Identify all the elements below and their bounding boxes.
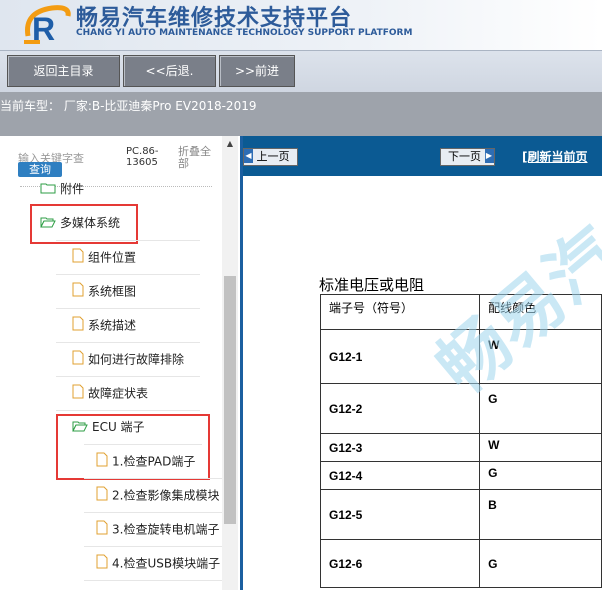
row-divider (84, 512, 222, 513)
app-header: R 畅易汽车维修技术支持平台 CHANG YI AUTO MAINTENANCE… (0, 0, 602, 50)
section-title: 标准电压或电阻 (319, 276, 425, 294)
table-row: G12-6 G (319, 539, 602, 588)
tree-item-label: 附件 (60, 182, 85, 196)
table-header-row: 端子号（符号） 配线颜色 (319, 294, 602, 330)
logo-icon: R (24, 5, 71, 46)
search-button[interactable]: 查询 (18, 162, 62, 177)
table-row: G12-5 B (319, 489, 602, 540)
arrow-left-icon: ◀ (244, 149, 253, 163)
next-page-label: 下一页 (448, 150, 481, 163)
tree-item-diagram[interactable]: 系统框图 (72, 282, 136, 300)
row-divider (56, 308, 200, 309)
pc-code-line2: 13605 (126, 157, 158, 168)
wire-color-cell: W (479, 433, 602, 462)
arrow-right-icon: ▶ (484, 149, 494, 163)
vehicle-info: 当前车型： 厂家:B-比亚迪秦Pro EV2018-2019 (0, 99, 257, 113)
document-icon (96, 486, 108, 504)
terminal-cell: G12-3 (319, 433, 481, 462)
next-page-button[interactable]: 下一页 ▶ (440, 148, 495, 166)
document-icon (72, 248, 84, 268)
tree-item-label: 系统描述 (88, 318, 137, 333)
wire-color-cell: G (479, 539, 602, 588)
tree-item-label: 组件位置 (88, 250, 137, 265)
row-divider (56, 342, 200, 343)
pane-divider[interactable] (240, 136, 243, 590)
document-icon (72, 316, 84, 336)
app-subtitle: CHANG YI AUTO MAINTENANCE TECHNOLOGY SUP… (76, 28, 413, 38)
terminal-cell: G12-2 (319, 383, 481, 434)
pc-code: PC.86- 13605 (126, 146, 159, 168)
refresh-page-link[interactable]: [刷新当前页 (522, 148, 588, 165)
forward-button[interactable]: >>前进 (219, 55, 295, 87)
row-divider (84, 478, 222, 479)
row-divider (56, 240, 200, 241)
collapse-line2: 部 (178, 157, 189, 170)
tree-item-label: 2.检查影像集成模块 (112, 488, 220, 503)
table-row: G12-3 W (319, 433, 602, 462)
tree-item-check-video[interactable]: 2.检查影像集成模块 (96, 486, 222, 504)
column-header-terminal: 端子号（符号） (319, 294, 481, 330)
document-icon (96, 554, 108, 572)
pc-code-line1: PC.86- (126, 146, 159, 157)
tree-item-accessory[interactable]: 附件 (40, 180, 84, 198)
terminal-cell: G12-1 (319, 329, 481, 384)
scroll-thumb[interactable] (224, 276, 236, 524)
prev-page-button[interactable]: ◀ 上一页 (243, 148, 298, 166)
tree-item-label: 3.检查旋转电机端子 (112, 522, 220, 537)
scroll-up-arrow-icon[interactable]: ▲ (222, 136, 238, 152)
tree-item-label: 故障症状表 (88, 386, 149, 401)
highlight-box-multimedia (30, 204, 138, 244)
table-row: G12-4 G (319, 461, 602, 490)
tree-item-label: 系统框图 (88, 284, 137, 299)
wire-color-cell: G (479, 461, 602, 490)
row-divider (56, 410, 200, 411)
toolbar-divider (0, 50, 602, 51)
wire-color-cell: B (479, 489, 602, 540)
document-icon (96, 520, 108, 538)
tree-pane: 输入关键字查 查询 PC.86- 13605 折叠全 部 附件 多媒体系统 组件… (0, 136, 240, 590)
tree-item-check-rotate[interactable]: 3.检查旋转电机端子 (96, 520, 222, 538)
terminal-table: 端子号（符号） 配线颜色 G12-1 W G12-2 G G12-3 W G12… (319, 294, 602, 588)
row-divider (84, 546, 222, 547)
back-button[interactable]: <<后退. (123, 55, 216, 87)
row-divider (56, 274, 200, 275)
tree-item-components[interactable]: 组件位置 (72, 248, 136, 266)
terminal-cell: G12-5 (319, 489, 481, 540)
wire-color-cell: G (479, 383, 602, 434)
wire-color-cell: W (479, 329, 602, 384)
table-row: G12-2 G (319, 383, 602, 434)
table-row: G12-1 W (319, 329, 602, 384)
document-icon (72, 282, 84, 302)
tree-scrollbar[interactable]: ▲ (222, 136, 238, 590)
prev-page-label: 上一页 (256, 150, 290, 163)
highlight-box-ecu (56, 414, 210, 480)
tree-item-label: 4.检查USB模块端子 (112, 556, 221, 571)
terminal-cell: G12-4 (319, 461, 481, 490)
tree-item-symptoms[interactable]: 故障症状表 (72, 384, 148, 402)
tree-item-description[interactable]: 系统描述 (72, 316, 136, 334)
terminal-cell: G12-6 (319, 539, 481, 588)
home-button[interactable]: 返回主目录 (7, 55, 120, 87)
document-icon (72, 350, 84, 370)
tree-item-label: 如何进行故障排除 (88, 352, 185, 367)
row-divider (84, 580, 222, 581)
nav-toolbar: 返回主目录 <<后退. >>前进 (0, 50, 602, 92)
content-pane: ◀ 上一页 下一页 ▶ [刷新当前页 标准电压或电阻 端子号（符号） 配线颜色 … (240, 136, 602, 590)
tree-item-howto[interactable]: 如何进行故障排除 (72, 350, 184, 368)
document-icon (72, 384, 84, 404)
vehicle-bar: 当前车型： 厂家:B-比亚迪秦Pro EV2018-2019 (0, 92, 602, 136)
column-header-wire-color: 配线颜色 (479, 294, 602, 330)
collapse-all-link[interactable]: 折叠全 部 (178, 146, 211, 170)
tree-item-check-usb[interactable]: 4.检查USB模块端子 (96, 554, 222, 572)
folder-icon (40, 181, 56, 199)
row-divider (56, 376, 200, 377)
